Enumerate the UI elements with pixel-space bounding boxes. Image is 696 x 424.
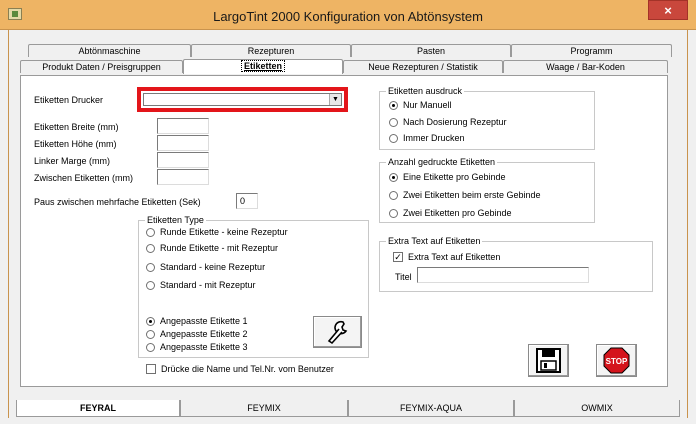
tab-produkt-daten[interactable]: Produkt Daten / Preisgruppen [20,60,183,73]
extra-text-checkbox[interactable]: ✓ Extra Text auf Etiketten [393,252,500,262]
stop-button[interactable]: STOP [596,344,637,377]
anzahl-option-3[interactable]: Zwei Etiketten pro Gebinde [389,208,512,218]
printer-highlight: ▼ [137,87,348,112]
radio-icon[interactable] [146,227,155,237]
user-name-checkbox[interactable]: Drücke die Name und Tel.Nr. vom Benutzer [146,364,334,374]
width-label: Etiketten Breite (mm) [34,122,119,132]
radio-icon[interactable] [389,208,398,218]
ausdruck-title: Etiketten ausdruck [386,86,465,96]
typ-option-4[interactable]: Standard - mit Rezeptur [146,280,256,290]
etiketten-type-title: Etiketten Type [145,215,206,225]
margin-field[interactable] [157,152,209,168]
height-field[interactable] [157,135,209,151]
typ-option-5[interactable]: Angepasste Etikette 1 [146,316,248,326]
anzahl-option-2[interactable]: Zwei Etiketten beim erste Gebinde [389,190,541,200]
radio-icon[interactable] [146,329,155,339]
radio-icon[interactable] [146,316,155,326]
save-button[interactable] [528,344,569,377]
anzahl-title: Anzahl gedruckte Etiketten [386,157,498,167]
pause-label: Paus zwischen mehrfache Etiketten (Sek) [34,197,201,207]
width-field[interactable] [157,118,209,134]
wrench-icon [327,320,348,345]
tab-feymix[interactable]: FEYMIX [180,400,348,417]
tab-waage[interactable]: Waage / Bar-Koden [503,60,668,73]
bottom-tab-strip: FEYRAL FEYMIX FEYMIX-AQUA OWMIX [12,400,682,418]
ausdruck-option-3[interactable]: Immer Drucken [389,133,465,143]
typ-option-7[interactable]: Angepasste Etikette 3 [146,342,248,352]
extra-title: Extra Text auf Etiketten [386,236,483,246]
tab-programm[interactable]: Programm [511,44,672,57]
close-icon: × [664,3,672,18]
title-bar: LargoTint 2000 Konfiguration von Abtönsy… [0,0,696,30]
tab-pasten[interactable]: Pasten [351,44,511,57]
pause-field[interactable]: 0 [236,193,258,209]
close-button[interactable]: × [648,0,688,20]
stop-label: STOP [606,357,628,366]
tab-neue-rezepturen[interactable]: Neue Rezepturen / Statistik [343,60,503,73]
tab-etiketten[interactable]: Etiketten [183,59,343,74]
window-title: LargoTint 2000 Konfiguration von Abtönsy… [213,9,483,24]
radio-icon[interactable] [389,100,398,110]
tab-feyral[interactable]: FEYRAL [16,400,180,417]
gap-label: Zwischen Etiketten (mm) [34,173,134,183]
dropdown-arrow-icon[interactable]: ▼ [329,94,341,105]
ausdruck-option-2[interactable]: Nach Dosierung Rezeptur [389,117,507,127]
radio-icon[interactable] [389,172,398,182]
checkbox-checked-icon[interactable]: ✓ [393,252,403,262]
printer-combo[interactable]: ▼ [143,93,342,106]
anzahl-option-1[interactable]: Eine Etikette pro Gebinde [389,172,506,182]
height-label: Etiketten Höhe (mm) [34,139,117,149]
radio-icon[interactable] [146,280,155,290]
edit-label-button[interactable] [313,316,362,348]
typ-option-1[interactable]: Runde Etikette - keine Rezeptur [146,227,288,237]
stop-sign-icon: STOP [603,347,630,374]
typ-option-6[interactable]: Angepasste Etikette 2 [146,329,248,339]
tab-rezepturen[interactable]: Rezepturen [191,44,351,57]
ausdruck-option-1[interactable]: Nur Manuell [389,100,452,110]
radio-icon[interactable] [146,243,155,253]
printer-label: Etiketten Drucker [34,95,104,105]
tab-feymix-aqua[interactable]: FEYMIX-AQUA [348,400,514,417]
radio-icon[interactable] [389,190,398,200]
radio-icon[interactable] [389,133,398,143]
titel-field[interactable] [417,267,589,283]
titel-label: Titel [395,272,412,282]
gap-field[interactable] [157,169,209,185]
radio-icon[interactable] [146,342,155,352]
tab-owmix[interactable]: OWMIX [514,400,680,417]
margin-label: Linker Marge (mm) [34,156,111,166]
checkbox-icon[interactable] [146,364,156,374]
radio-icon[interactable] [146,262,155,272]
tab-abtoenmaschine[interactable]: Abtönmaschine [28,44,191,57]
radio-icon[interactable] [389,117,398,127]
typ-option-2[interactable]: Runde Etikette - mit Rezeptur [146,243,278,253]
typ-option-3[interactable]: Standard - keine Rezeptur [146,262,265,272]
save-icon [536,348,561,373]
